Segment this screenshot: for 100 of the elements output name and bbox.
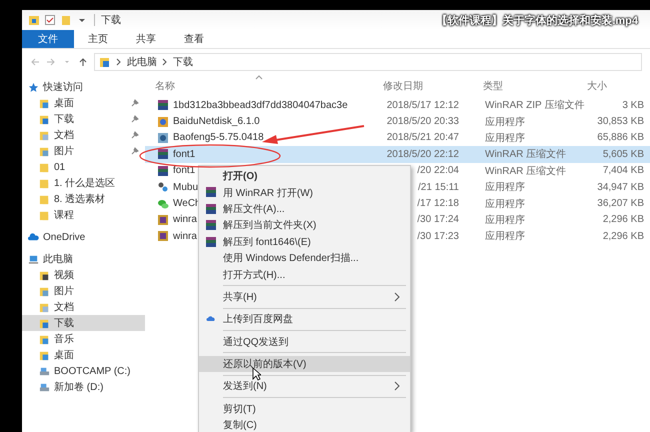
download-folder-icon xyxy=(39,114,50,124)
file-size: 2,296 KB xyxy=(602,214,645,226)
menu-item[interactable]: 打开方式(H)... xyxy=(199,266,410,283)
file-type: WinRAR 压缩文件 xyxy=(485,148,568,162)
menu-item[interactable]: 解压到当前文件夹(X) xyxy=(199,217,410,234)
archive-icon xyxy=(157,164,169,177)
file-size: 36,207 KB xyxy=(596,198,645,210)
nav-item[interactable]: BOOTCAMP (C:) xyxy=(22,363,145,379)
file-name: 1bd312ba3bbead3df7dd3804047bac3e xyxy=(173,100,348,111)
nav-item[interactable]: 课程 xyxy=(22,207,145,223)
column-header[interactable]: 修改日期 xyxy=(383,79,483,93)
modified-date: 2018/5/20 20:33 xyxy=(386,116,460,128)
menu-item[interactable]: 剪切(T) xyxy=(199,400,410,418)
document-folder-icon xyxy=(39,130,50,140)
nav-item[interactable]: OneDrive xyxy=(22,229,145,245)
installer-icon xyxy=(157,116,169,128)
picture-folder-icon xyxy=(39,146,50,156)
nav-item[interactable]: 视频 xyxy=(22,267,145,283)
modified-date: /20 22:04 xyxy=(416,165,460,176)
computer-icon xyxy=(28,254,39,264)
archive-icon xyxy=(157,99,169,112)
archive-icon xyxy=(205,202,217,215)
properties-icon[interactable] xyxy=(44,14,56,26)
menu-item[interactable]: 解压文件(A)... xyxy=(199,200,410,218)
menu-item[interactable]: 通过QQ发送到 xyxy=(199,334,410,350)
video-title: 【软件课程】关于字体的选择和安装.mp4 xyxy=(436,12,638,28)
archive-icon xyxy=(205,186,217,198)
window-title: 下载 xyxy=(101,14,121,27)
modified-date: /30 17:23 xyxy=(416,230,460,242)
nav-item[interactable]: 下载 xyxy=(22,315,145,331)
menu-item[interactable]: 用 WinRAR 打开(W) xyxy=(199,184,410,201)
nav-item[interactable]: 8. 透选素材 xyxy=(22,191,145,207)
nav-item[interactable]: 快速访问 xyxy=(22,79,145,95)
nav-item[interactable]: 图片 xyxy=(22,143,145,159)
file-size: 30,853 KB xyxy=(596,116,645,128)
chevron-icon xyxy=(162,58,168,66)
breadcrumb[interactable]: 下载 xyxy=(173,55,193,69)
chat-icon xyxy=(157,198,169,210)
up-icon[interactable] xyxy=(78,57,88,67)
folder-icon xyxy=(39,178,50,188)
nav-item[interactable]: 音乐 xyxy=(22,331,145,347)
nav-item[interactable]: 下载 xyxy=(22,111,145,127)
nav-item[interactable]: 此电脑 xyxy=(22,251,145,267)
nav-item[interactable]: 01 xyxy=(22,159,145,175)
file-type: 应用程序 xyxy=(485,230,526,244)
video-folder-icon xyxy=(39,270,50,280)
nav-item[interactable]: 1. 什么是选区 xyxy=(22,175,145,191)
column-header[interactable]: 名称 xyxy=(155,79,383,93)
ribbon-tab[interactable]: 共享 xyxy=(122,30,170,48)
drive-icon xyxy=(39,366,50,376)
file-size: 3 KB xyxy=(621,100,645,111)
nav-item[interactable]: 图片 xyxy=(22,283,145,299)
file-size: 34,947 KB xyxy=(596,182,645,193)
menu-item[interactable]: 发送到(N) xyxy=(199,378,410,395)
archive-icon xyxy=(157,148,169,160)
ribbon-tab[interactable]: 查看 xyxy=(170,30,218,48)
app-icon xyxy=(157,181,169,194)
file-size: 7,404 KB xyxy=(602,165,645,176)
modified-date: 2018/5/20 22:12 xyxy=(386,148,460,160)
nav-item[interactable]: 桌面 xyxy=(22,347,145,363)
file-name: winra xyxy=(173,214,197,226)
star-icon xyxy=(28,82,39,92)
menu-item[interactable]: 复制(C) xyxy=(199,417,410,432)
nav-item[interactable]: 新加卷 (D:) xyxy=(22,379,145,395)
nav-item[interactable]: 桌面 xyxy=(22,95,145,111)
file-type: 应用程序 xyxy=(485,214,526,227)
address-bar[interactable]: 此电脑 下载 xyxy=(94,53,642,71)
file-row[interactable]: font1 2018/5/20 22:12 WinRAR 压缩文件 5,605 KB xyxy=(145,146,650,163)
nav-item[interactable]: 文档 xyxy=(22,299,145,315)
menu-item[interactable]: 打开(O) xyxy=(199,168,410,184)
folder-icon xyxy=(39,194,50,204)
breadcrumb[interactable]: 此电脑 xyxy=(127,55,157,69)
nav-item[interactable]: 文档 xyxy=(22,127,145,143)
menu-item[interactable]: 使用 Windows Defender扫描... xyxy=(199,250,410,266)
file-size: 5,605 KB xyxy=(602,148,645,160)
cloud-icon xyxy=(28,232,39,242)
desktop-folder-icon xyxy=(39,98,50,108)
file-name: font1 xyxy=(173,165,196,176)
archive-icon xyxy=(205,219,217,232)
file-name: BaiduNetdisk_6.1.0 xyxy=(173,116,260,128)
ribbon-tab[interactable]: 主页 xyxy=(74,30,122,48)
document-folder-icon xyxy=(39,302,50,312)
column-header[interactable]: 大小 xyxy=(587,79,650,93)
menu-item[interactable]: 共享(H) xyxy=(199,288,410,306)
chevron-icon xyxy=(116,58,122,66)
setup-icon xyxy=(157,230,169,242)
menu-item[interactable]: 上传到百度网盘 xyxy=(199,311,410,328)
file-size: 65,886 KB xyxy=(596,132,645,144)
folder-icon xyxy=(39,210,50,220)
sort-caret-icon xyxy=(255,75,263,80)
menu-item[interactable]: 还原以前的版本(V) xyxy=(199,356,410,372)
file-name: Baofeng5-5.75.0418 xyxy=(173,132,264,144)
menu-item[interactable]: 解压到 font1646\(E) xyxy=(199,234,410,250)
file-type: 应用程序 xyxy=(485,198,526,211)
file-type: 应用程序 xyxy=(485,132,526,145)
ribbon-tab[interactable]: 文件 xyxy=(22,30,74,48)
modified-date: /17 12:18 xyxy=(416,198,460,210)
drive-icon xyxy=(39,382,50,392)
column-header[interactable]: 类型 xyxy=(483,79,587,93)
folder-icon[interactable] xyxy=(28,14,40,26)
